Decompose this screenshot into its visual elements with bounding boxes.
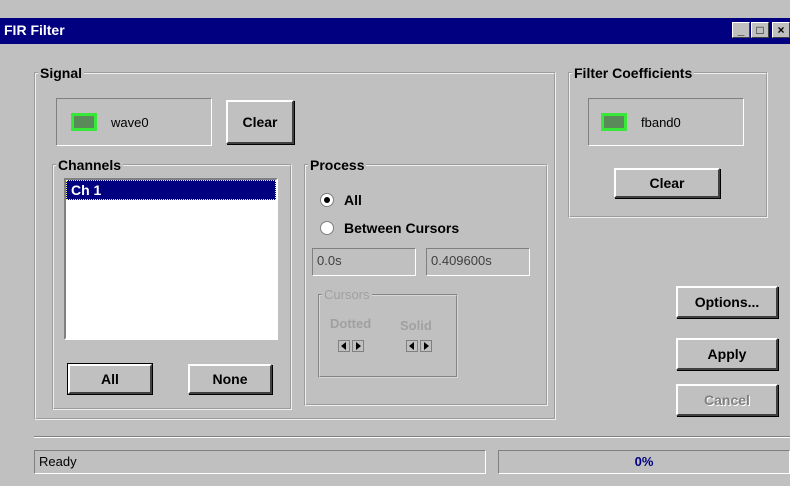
cancel-button: Cancel — [676, 384, 778, 416]
status-text-panel: Ready — [34, 450, 486, 474]
dotted-label: Dotted — [330, 316, 372, 331]
radio-between-cursors-label: Between Cursors — [344, 220, 460, 236]
title-bar[interactable]: FIR Filter _ □ × — [0, 18, 790, 44]
cursors-legend: Cursors — [324, 287, 370, 302]
coefficients-clear-button[interactable]: Clear — [614, 168, 720, 198]
signal-indicator-icon — [71, 113, 97, 131]
signal-clear-button[interactable]: Clear — [226, 100, 294, 144]
arrow-left-icon[interactable] — [338, 340, 350, 352]
progress-text: 0% — [634, 454, 654, 469]
select-none-channels-button[interactable]: None — [188, 364, 272, 394]
channels-legend: Channels — [58, 157, 122, 173]
status-separator — [34, 436, 790, 438]
arrow-right-icon[interactable] — [420, 340, 432, 352]
window-title: FIR Filter — [4, 22, 65, 38]
cursor-start-field[interactable]: 0.0s — [312, 248, 416, 276]
coefficients-indicator-icon — [601, 113, 627, 131]
arrow-left-icon[interactable] — [406, 340, 418, 352]
close-button[interactable]: × — [772, 22, 790, 38]
coefficients-source-name: fband0 — [641, 114, 681, 130]
status-text: Ready — [39, 454, 77, 469]
list-item[interactable]: Ch 1 — [66, 180, 276, 200]
minimize-button[interactable]: _ — [732, 22, 750, 38]
radio-unselected-icon — [320, 221, 334, 235]
dialog-body: Signal wave0 Clear Channels Ch 1 All Non… — [0, 44, 790, 486]
signal-source-box[interactable]: wave0 — [56, 98, 212, 146]
select-all-channels-button[interactable]: All — [67, 363, 153, 395]
maximize-button[interactable]: □ — [751, 22, 769, 38]
options-button[interactable]: Options... — [676, 286, 778, 318]
process-legend: Process — [310, 157, 365, 173]
arrow-right-icon[interactable] — [352, 340, 364, 352]
apply-button[interactable]: Apply — [676, 338, 778, 370]
radio-process-all[interactable]: All — [320, 192, 362, 208]
cursors-group: Cursors — [318, 288, 458, 378]
radio-between-cursors[interactable]: Between Cursors — [320, 220, 459, 236]
progress-panel: 0% — [498, 450, 790, 474]
filter-coefficients-legend: Filter Coefficients — [574, 65, 693, 81]
solid-label: Solid — [400, 318, 432, 333]
coefficients-source-box[interactable]: fband0 — [588, 98, 744, 146]
solid-cursor-spinner[interactable] — [406, 340, 432, 352]
signal-source-name: wave0 — [111, 114, 149, 130]
radio-all-label: All — [344, 192, 362, 208]
dotted-cursor-spinner[interactable] — [338, 340, 364, 352]
cursor-end-field[interactable]: 0.409600s — [426, 248, 530, 276]
radio-selected-icon — [320, 193, 334, 207]
signal-legend: Signal — [40, 65, 83, 81]
channels-list[interactable]: Ch 1 — [64, 178, 278, 340]
